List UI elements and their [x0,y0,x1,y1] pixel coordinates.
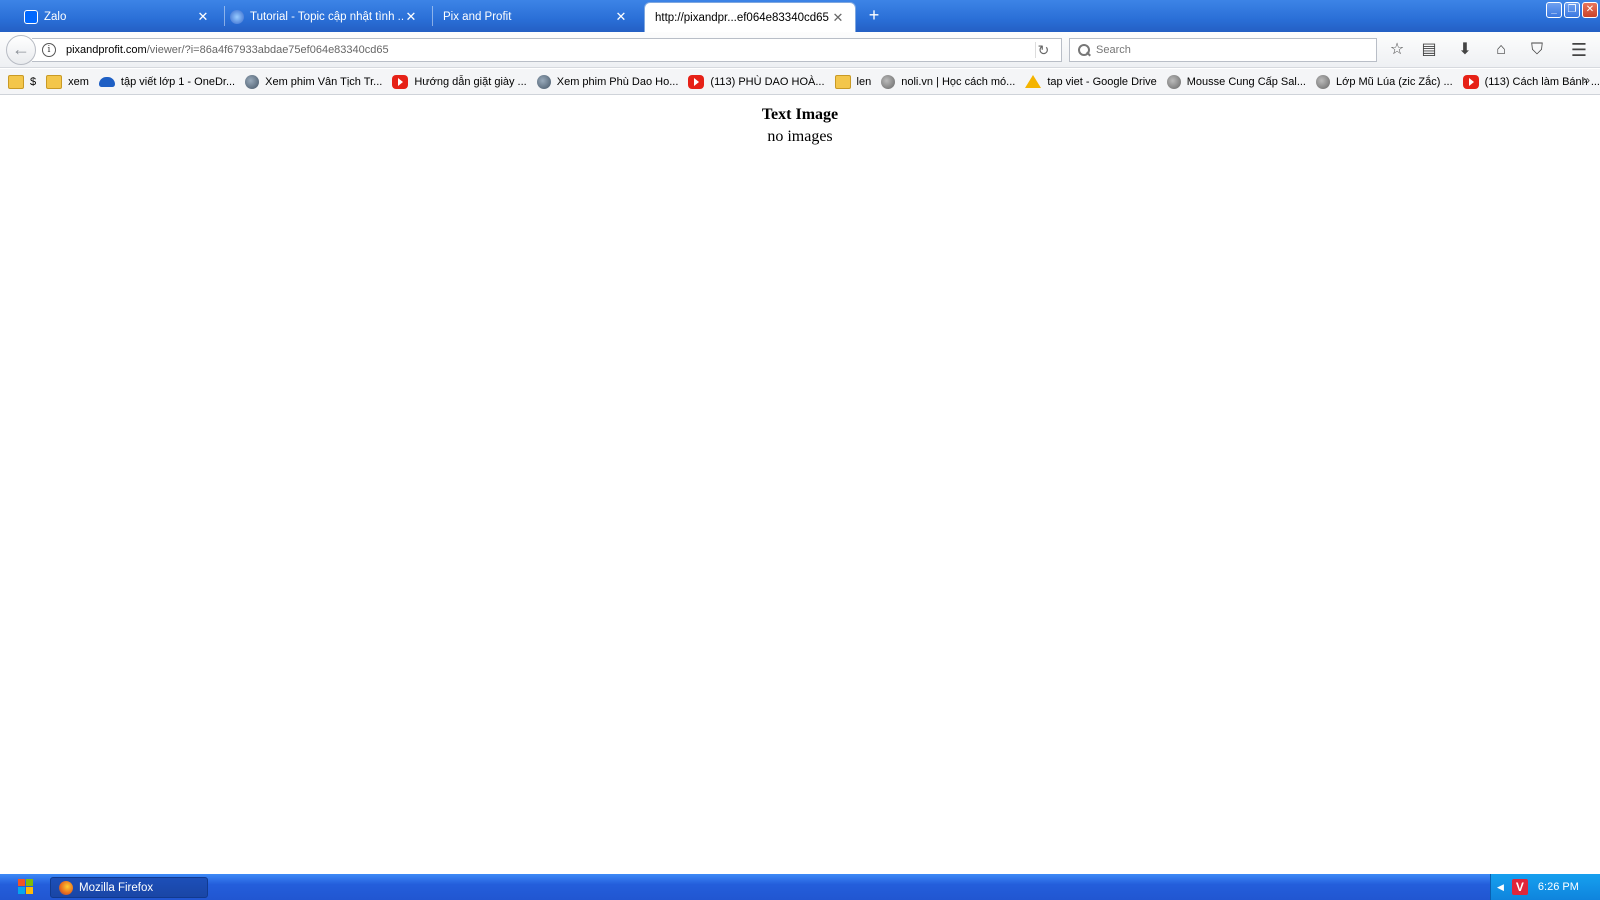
menu-icon[interactable]: ☰ [1566,38,1592,62]
bookmark-label: len [856,75,872,88]
bookmark-item[interactable]: tap viet - Google Drive [1025,75,1157,88]
tab-label: Tutorial - Topic cập nhật tình ... [250,11,404,23]
globe-icon [1166,74,1181,89]
bookmark-label: $ [30,75,37,88]
youtube-icon [688,74,705,89]
start-button[interactable] [8,877,44,897]
tab-pix-and-profit[interactable]: Pix and Profit ✕ [434,2,638,32]
window-controls: _ ❐ ✕ [1546,2,1598,18]
navigation-toolbar: i pixandprofit.com/viewer/?i=86a4f67933a… [0,32,1600,68]
url-path: /viewer/?i=86a4f67933abdae75ef064e83340c… [146,44,389,56]
film-icon [245,74,260,89]
globe-icon [1316,74,1330,89]
bookmark-label: tập viết lớp 1 - OneDr... [120,75,236,88]
url-text[interactable]: pixandprofit.com/viewer/?i=86a4f67933abd… [66,44,389,56]
bookmark-item[interactable]: len [834,74,872,89]
tab-separator [224,6,225,26]
tab-label: Pix and Profit [443,11,512,23]
bookmark-item[interactable]: xem [46,74,89,89]
pocket-icon[interactable]: ⛉ [1524,38,1550,62]
bookmark-item[interactable]: (113) Cách làm Bánh ... [1462,74,1600,89]
back-button[interactable]: ← [6,35,36,65]
bookmark-label: Xem phim Vân Tịch Tr... [265,75,383,88]
tab-tutorial[interactable]: Tutorial - Topic cập nhật tình ... ✕ [226,2,428,32]
globe-icon [881,74,896,89]
search-bar[interactable] [1069,38,1377,62]
onedrive-icon [98,76,115,87]
taskbar-firefox-button[interactable]: Mozilla Firefox [50,877,208,898]
folder-icon [834,74,851,89]
folder-icon [8,74,24,89]
windows-logo-icon [18,879,34,895]
bookmark-label: tap viet - Google Drive [1047,75,1157,88]
taskbar-task-label: Mozilla Firefox [79,881,154,894]
bookmarks-overflow-chevron-icon[interactable]: » [1583,73,1590,87]
tab-separator [432,6,433,26]
bookmark-label: Lớp Mũ Lúa (zic Zắc) ... [1336,75,1453,88]
bookmark-item[interactable]: tập viết lớp 1 - OneDr... [98,75,236,88]
tab-zalo[interactable]: Zalo ✕ [20,2,220,32]
new-tab-button[interactable]: + [864,6,884,26]
url-bar[interactable]: i pixandprofit.com/viewer/?i=86a4f67933a… [32,38,1062,62]
clock[interactable]: 6:26 PM [1538,881,1579,893]
bookmark-label: Xem phim Phù Dao Ho... [556,75,679,88]
home-icon[interactable]: ⌂ [1488,38,1514,62]
folder-icon [46,74,63,89]
close-tab-icon[interactable]: ✕ [614,9,628,25]
bookmark-label: (113) PHÙ DAO HOÀ... [710,75,825,88]
bookmark-item[interactable]: Lớp Mũ Lúa (zic Zắc) ... [1316,74,1453,89]
bookmark-item[interactable]: Xem phim Vân Tịch Tr... [245,74,383,89]
close-tab-icon[interactable]: ✕ [196,9,210,25]
tray-expand-icon[interactable]: ◀ [1497,882,1504,893]
google-drive-icon [1025,75,1042,88]
url-host: pixandprofit.com [66,44,147,56]
site-info-icon[interactable]: i [42,43,56,57]
tab-label: Zalo [44,11,67,23]
page-title: Text Image [761,106,839,123]
minimize-button[interactable]: _ [1546,2,1562,18]
system-tray: ◀ V 6:26 PM [1490,874,1600,900]
close-tab-icon[interactable]: ✕ [404,9,418,25]
page-content: Text Image no images [0,96,1600,874]
firefox-icon [59,880,73,895]
maximize-button[interactable]: ❐ [1564,2,1580,18]
page-subtitle: no images [767,128,833,145]
reload-icon[interactable]: ↻ [1035,42,1051,58]
tab-label: http://pixandpr...ef064e83340cd65 [655,11,829,24]
bookmark-label: Hướng dẫn giặt giày ... [414,75,527,88]
globe-icon [230,10,244,24]
tab-active-viewer[interactable]: http://pixandpr...ef064e83340cd65 ✕ [644,2,856,32]
tray-v-icon[interactable]: V [1511,879,1528,895]
bookmark-label: Mousse Cung Cấp Sal... [1186,75,1306,88]
tab-strip: Zalo ✕ Tutorial - Topic cập nhật tình ..… [0,0,1600,32]
search-icon [1078,44,1090,56]
download-icon[interactable]: ⬇ [1452,38,1478,62]
youtube-icon [1462,74,1479,89]
search-input[interactable] [1096,44,1366,56]
bookmark-item[interactable]: $ [8,74,37,89]
bookmark-item[interactable]: Xem phim Phù Dao Ho... [536,74,679,89]
bookmarks-toolbar: $ xem tập viết lớp 1 - OneDr... Xem phim… [0,69,1600,95]
close-tab-icon[interactable]: ✕ [831,10,845,26]
film-icon [536,74,551,89]
bookmark-item[interactable]: Mousse Cung Cấp Sal... [1166,74,1306,89]
taskbar: Mozilla Firefox ◀ V 6:26 PM [0,874,1600,900]
bookmark-item[interactable]: Hướng dẫn giặt giày ... [392,74,527,89]
youtube-icon [392,74,409,89]
zalo-icon [24,10,38,24]
bookmark-label: noli.vn | Học cách mó... [901,75,1016,88]
bookmark-item[interactable]: (113) PHÙ DAO HOÀ... [688,74,825,89]
bookmark-item[interactable]: noli.vn | Học cách mó... [881,74,1016,89]
bookmark-star-icon[interactable]: ☆ [1384,38,1410,62]
close-window-button[interactable]: ✕ [1582,2,1598,18]
bookmark-label: xem [68,75,89,88]
reading-list-icon[interactable]: ▤ [1416,38,1442,62]
